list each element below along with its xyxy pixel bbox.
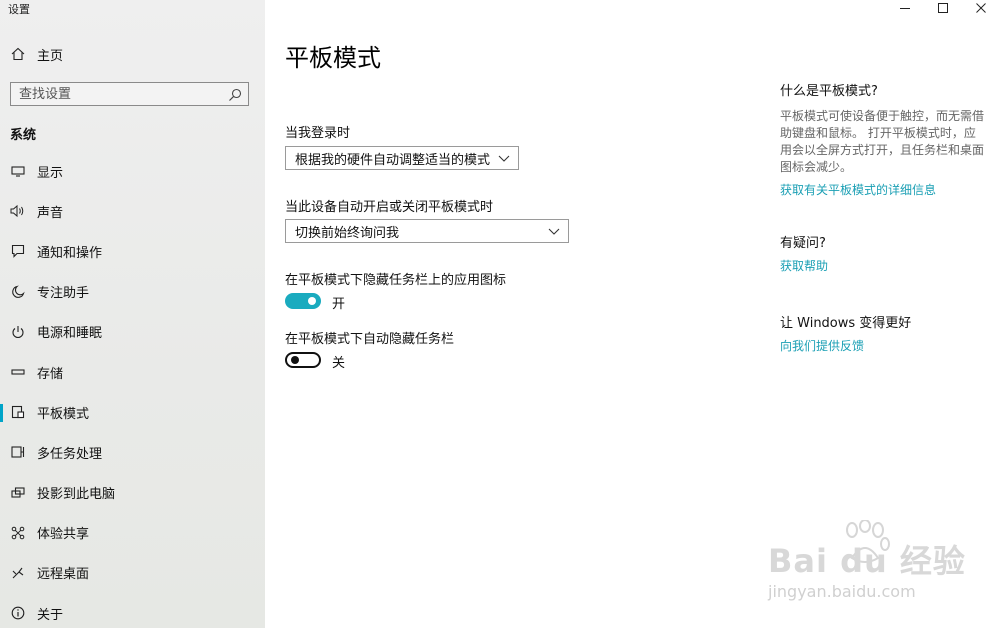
- sidebar-item-label: 声音: [37, 205, 64, 221]
- sidebar-item-shared-experiences[interactable]: 体验共享: [0, 513, 265, 553]
- sidebar-item-display[interactable]: 显示: [0, 151, 265, 191]
- sidebar-item-label: 存储: [37, 366, 64, 382]
- home-label: 主页: [37, 48, 64, 64]
- what-is-tablet-mode-heading: 什么是平板模式?: [780, 84, 878, 99]
- give-feedback-link[interactable]: 向我们提供反馈: [780, 337, 985, 354]
- monitor-icon: [10, 163, 26, 179]
- sidebar-nav: 显示 声音 通知和操作 专注助手 电源和睡眠 存储 平板模式 多任务处理 投影到…: [0, 151, 265, 633]
- switch-mode-select[interactable]: 切换前始终询问我: [285, 219, 569, 243]
- sidebar-item-label: 平板模式: [37, 406, 90, 422]
- sidebar-item-sound[interactable]: 声音: [0, 191, 265, 231]
- sidebar-item-tablet-mode[interactable]: 平板模式: [0, 392, 265, 432]
- feedback-heading: 让 Windows 变得更好: [780, 316, 912, 331]
- sidebar-item-label: 体验共享: [37, 527, 90, 543]
- sidebar-item-label: 远程桌面: [37, 567, 90, 583]
- power-icon: [10, 324, 26, 340]
- help-panel: 什么是平板模式? 平板模式可使设备便于触控，而无需借助键盘和鼠标。 打开平板模式…: [780, 80, 985, 198]
- storage-icon: [10, 364, 26, 380]
- sidebar-item-label: 关于: [37, 607, 64, 623]
- section-title: 系统: [10, 128, 37, 143]
- search-icon[interactable]: [228, 87, 242, 101]
- projector-icon: [10, 485, 26, 501]
- signin-mode-value: 根据我的硬件自动调整适当的模式: [295, 152, 491, 168]
- close-icon: [976, 3, 986, 13]
- chevron-down-icon: [548, 228, 560, 235]
- remote-desktop-icon: [10, 565, 26, 581]
- watermark-logo: Bai du 经验: [768, 542, 966, 580]
- sidebar-item-label: 专注助手: [37, 286, 90, 302]
- sidebar-item-focus-assist[interactable]: 专注助手: [0, 272, 265, 312]
- sidebar: 设置 主页 系统 显示 声音 通知和操作: [0, 0, 265, 628]
- signin-label: 当我登录时: [285, 126, 351, 141]
- sidebar-item-project[interactable]: 投影到此电脑: [0, 473, 265, 513]
- hide-app-icons-state: 开: [332, 297, 346, 312]
- hide-app-icons-toggle[interactable]: [285, 293, 321, 309]
- feedback-section: 让 Windows 变得更好 向我们提供反馈: [780, 312, 985, 354]
- sidebar-item-storage[interactable]: 存储: [0, 352, 265, 392]
- questions-heading: 有疑问?: [780, 236, 826, 251]
- switch-mode-value: 切换前始终询问我: [295, 225, 400, 241]
- notification-icon: [10, 243, 26, 259]
- auto-hide-taskbar-label: 在平板模式下自动隐藏任务栏: [285, 332, 455, 347]
- sidebar-item-multitasking[interactable]: 多任务处理: [0, 432, 265, 472]
- get-help-link[interactable]: 获取帮助: [780, 257, 985, 274]
- sidebar-item-label: 通知和操作: [37, 245, 103, 261]
- baidu-watermark: Bai du 经验 jingyan.baidu.com: [768, 520, 988, 610]
- what-is-tablet-mode-description: 平板模式可使设备便于触控，而无需借助键盘和鼠标。 打开平板模式时，应用会以全屏方…: [780, 109, 985, 174]
- minimize-icon: [900, 8, 910, 9]
- close-button[interactable]: [969, 0, 993, 16]
- home-nav-item[interactable]: 主页: [10, 44, 63, 64]
- moon-icon: [10, 284, 26, 300]
- sidebar-item-label: 多任务处理: [37, 446, 103, 462]
- page-title: 平板模式: [285, 44, 381, 72]
- questions-section: 有疑问? 获取帮助: [780, 232, 985, 274]
- share-icon: [10, 525, 26, 541]
- toggle-knob: [291, 356, 299, 364]
- speaker-icon: [10, 203, 26, 219]
- sidebar-item-label: 投影到此电脑: [37, 487, 116, 503]
- window-title: 设置: [8, 3, 30, 16]
- hide-app-icons-label: 在平板模式下隐藏任务栏上的应用图标: [285, 273, 507, 288]
- multitask-icon: [10, 444, 26, 460]
- tablet-icon: [10, 404, 26, 420]
- toggle-knob: [308, 297, 316, 305]
- search-box[interactable]: [10, 82, 249, 106]
- sidebar-item-remote-desktop[interactable]: 远程桌面: [0, 553, 265, 593]
- signin-mode-select[interactable]: 根据我的硬件自动调整适当的模式: [285, 146, 519, 170]
- auto-hide-taskbar-state: 关: [332, 356, 346, 371]
- info-icon: [10, 605, 26, 621]
- chevron-down-icon: [498, 155, 510, 162]
- sidebar-item-label: 电源和睡眠: [37, 326, 103, 342]
- sidebar-item-power-sleep[interactable]: 电源和睡眠: [0, 312, 265, 352]
- sidebar-item-notifications[interactable]: 通知和操作: [0, 231, 265, 271]
- maximize-icon: [938, 3, 948, 13]
- switch-mode-label: 当此设备自动开启或关闭平板模式时: [285, 200, 494, 215]
- watermark-url: jingyan.baidu.com: [768, 582, 916, 601]
- minimize-button[interactable]: [893, 0, 917, 16]
- maximize-button[interactable]: [931, 0, 955, 16]
- search-input[interactable]: [11, 83, 219, 106]
- tablet-mode-more-info-link[interactable]: 获取有关平板模式的详细信息: [780, 181, 985, 198]
- home-icon: [10, 46, 26, 62]
- sidebar-item-label: 显示: [37, 165, 64, 181]
- auto-hide-taskbar-toggle[interactable]: [285, 352, 321, 368]
- sidebar-item-about[interactable]: 关于: [0, 593, 265, 633]
